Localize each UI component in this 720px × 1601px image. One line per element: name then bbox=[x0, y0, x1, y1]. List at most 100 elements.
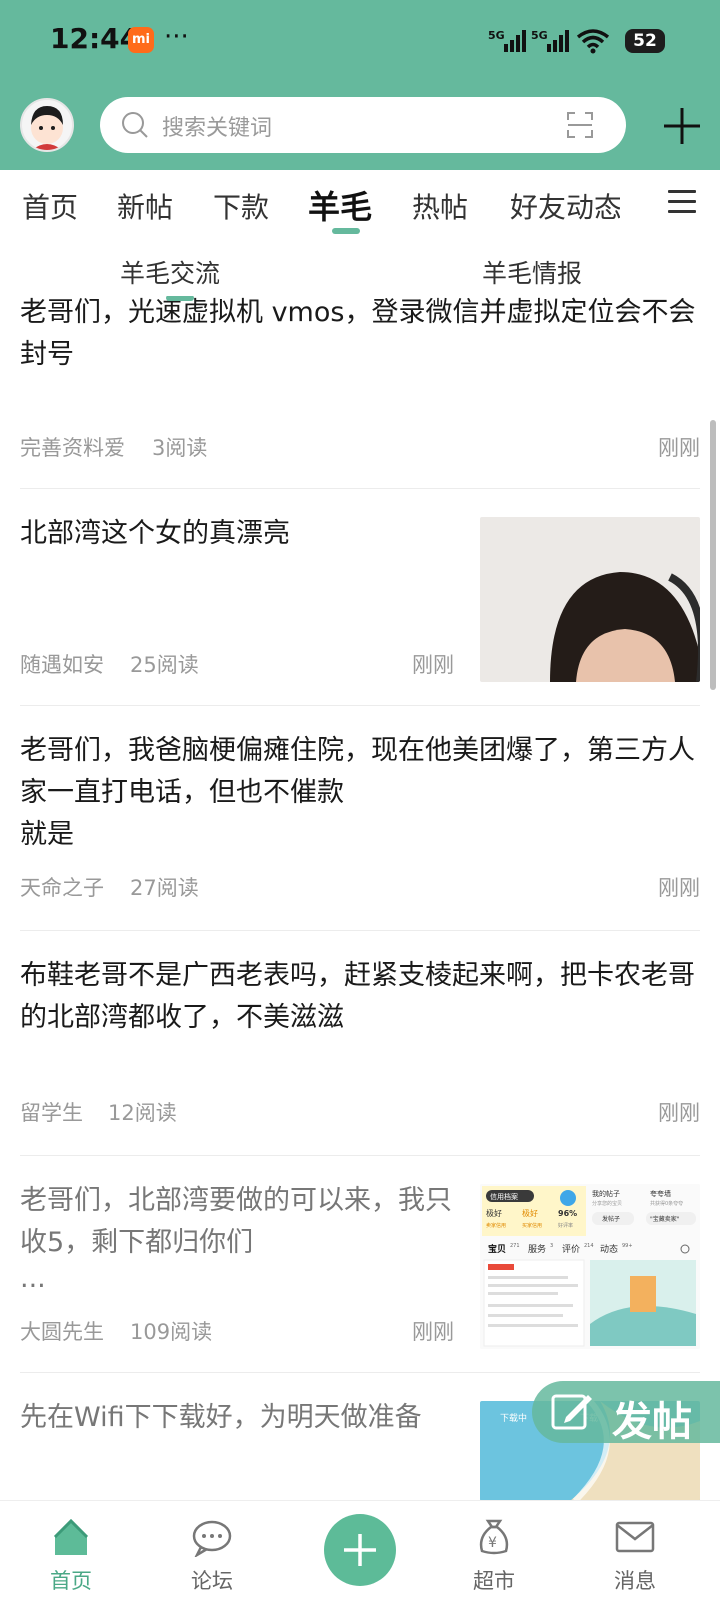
post-title: 布鞋老哥不是广西老表吗，赶紧支棱起来啊，把卡农老哥的北部湾都收了，不美滋滋 bbox=[20, 960, 695, 1033]
photo-image bbox=[480, 517, 700, 682]
tab-friends[interactable]: 好友动态 bbox=[510, 186, 620, 226]
scan-icon[interactable] bbox=[566, 111, 594, 139]
tab-loans[interactable]: 下款 bbox=[213, 186, 269, 226]
post-reads: 3阅读 bbox=[152, 436, 208, 460]
post-time: 刚刚 bbox=[412, 1320, 454, 1344]
create-post-button[interactable]: 发帖 bbox=[532, 1381, 720, 1445]
post-thumbnail: 信用档案 极好 极好 96% 卖家信用 买家信用 好评率 我的帖子 分享您的宝贝… bbox=[480, 1184, 700, 1349]
post-title-continued: 就是 bbox=[20, 819, 74, 850]
svg-text:214: 214 bbox=[584, 1243, 594, 1249]
svg-text:夸夸墙: 夸夸墙 bbox=[650, 1189, 671, 1198]
top-tabs: 首页 新帖 下款 羊毛 热帖 好友动态 bbox=[0, 170, 720, 240]
post-title: 北部湾这个女的真漂亮 bbox=[20, 518, 290, 549]
svg-text:卖家信用: 卖家信用 bbox=[486, 1222, 506, 1229]
tab-new[interactable]: 新帖 bbox=[117, 186, 173, 226]
post-title: 先在Wifi下下载好，为明天做准备 bbox=[20, 1402, 422, 1433]
avatar-icon bbox=[31, 106, 63, 150]
svg-text:买家信用: 买家信用 bbox=[522, 1222, 542, 1229]
search-icon bbox=[122, 112, 148, 138]
mail-icon bbox=[615, 1521, 655, 1553]
post-reads: 109阅读 bbox=[130, 1320, 213, 1344]
svg-text:3: 3 bbox=[550, 1243, 553, 1249]
post-title: 老哥们，我爸脑梗偏瘫住院，现在他美团爆了，第三方人家一直打电话，但也不催款 bbox=[20, 735, 695, 808]
svg-text:我的帖子: 我的帖子 bbox=[592, 1189, 620, 1198]
nav-home[interactable]: 首页 bbox=[21, 1501, 121, 1601]
post-author: 留学生 bbox=[20, 1101, 83, 1125]
nav-messages-label: 消息 bbox=[614, 1569, 656, 1593]
sub-tabs: 羊毛交流 羊毛情报 bbox=[0, 240, 720, 296]
subtab-indicator bbox=[166, 296, 194, 301]
tab-indicator bbox=[332, 228, 360, 234]
menu-icon[interactable] bbox=[668, 190, 696, 214]
nav-forum-label: 论坛 bbox=[191, 1569, 233, 1593]
post-title: 老哥们，北部湾要做的可以来，我只收5，剩下都归你们 bbox=[20, 1185, 452, 1258]
nav-messages[interactable]: 消息 bbox=[585, 1501, 685, 1601]
svg-text:宝贝: 宝贝 bbox=[488, 1243, 506, 1255]
svg-text:下载中: 下载中 bbox=[500, 1412, 527, 1424]
nav-home-label: 首页 bbox=[50, 1569, 92, 1593]
center-add-button[interactable] bbox=[324, 1514, 396, 1586]
post-feed: 老哥们，光速虚拟机 vmos，登录微信并虚拟定位会不会封号 完善资料爱 3阅读 … bbox=[0, 296, 720, 1500]
svg-text:5G: 5G bbox=[531, 29, 548, 42]
post-time: 刚刚 bbox=[412, 653, 454, 677]
post-reads: 12阅读 bbox=[108, 1101, 177, 1125]
scrollbar[interactable] bbox=[710, 420, 716, 690]
nav-market[interactable]: ¥ 超市 bbox=[444, 1501, 544, 1601]
svg-text:"宝藏卖家": "宝藏卖家" bbox=[650, 1215, 680, 1223]
svg-text:极好: 极好 bbox=[486, 1208, 502, 1218]
create-post-label: 发帖 bbox=[612, 1399, 692, 1445]
svg-text:¥: ¥ bbox=[488, 1535, 497, 1551]
status-bar: 12:44 mi ··· 5G 5G 52 bbox=[0, 0, 720, 84]
nav-forum[interactable]: 论坛 bbox=[162, 1501, 262, 1601]
tab-home[interactable]: 首页 bbox=[22, 186, 78, 226]
search-placeholder: 搜索关键词 bbox=[162, 116, 273, 141]
screenshot-image: 信用档案 极好 极好 96% 卖家信用 买家信用 好评率 我的帖子 分享您的宝贝… bbox=[480, 1184, 700, 1349]
post-time: 刚刚 bbox=[658, 876, 700, 900]
list-item[interactable]: 老哥们，光速虚拟机 vmos，登录微信并虚拟定位会不会封号 完善资料爱 3阅读 … bbox=[20, 296, 700, 489]
post-title: 老哥们，光速虚拟机 vmos，登录微信并虚拟定位会不会封号 bbox=[20, 297, 696, 370]
status-time: 12:44 bbox=[50, 22, 140, 55]
svg-text:发帖子: 发帖子 bbox=[602, 1215, 620, 1223]
nav-market-label: 超市 bbox=[473, 1569, 515, 1593]
svg-text:服务: 服务 bbox=[528, 1243, 546, 1255]
list-item[interactable]: 老哥们，北部湾要做的可以来，我只收5，剩下都归你们 ... 大圆先生 109阅读… bbox=[20, 1156, 700, 1373]
mi-notification-icon: mi bbox=[128, 27, 154, 53]
tab-hot[interactable]: 热帖 bbox=[412, 186, 468, 226]
tab-wool[interactable]: 羊毛 bbox=[308, 182, 372, 228]
svg-text:96%: 96% bbox=[558, 1209, 577, 1218]
avatar[interactable] bbox=[20, 98, 74, 152]
post-author: 大圆先生 bbox=[20, 1320, 104, 1344]
svg-text:99+: 99+ bbox=[622, 1243, 633, 1249]
post-time: 刚刚 bbox=[658, 436, 700, 460]
post-author: 完善资料爱 bbox=[20, 436, 125, 460]
battery-indicator: 52 bbox=[625, 29, 665, 53]
svg-text:信用档案: 信用档案 bbox=[490, 1192, 518, 1201]
svg-text:共获得0条夸夸: 共获得0条夸夸 bbox=[650, 1200, 683, 1207]
svg-text:评价: 评价 bbox=[562, 1244, 580, 1255]
svg-text:动态: 动态 bbox=[600, 1243, 618, 1255]
plus-icon bbox=[344, 1534, 376, 1566]
money-bag-icon: ¥ bbox=[479, 1519, 509, 1555]
list-item[interactable]: 老哥们，我爸脑梗偏瘫住院，现在他美团爆了，第三方人家一直打电话，但也不催款 就是… bbox=[20, 706, 700, 931]
search-bar[interactable]: 搜索关键词 bbox=[100, 97, 626, 153]
post-thumbnail bbox=[480, 517, 700, 682]
svg-text:271: 271 bbox=[510, 1243, 520, 1249]
subtab-exchange[interactable]: 羊毛交流 bbox=[120, 254, 220, 290]
svg-text:好评率: 好评率 bbox=[558, 1222, 573, 1229]
add-icon[interactable] bbox=[660, 104, 704, 148]
edit-icon bbox=[551, 1394, 592, 1430]
signal-icon: 5G bbox=[488, 29, 526, 52]
app-header: 12:44 mi ··· 5G 5G 52 搜索关键词 bbox=[0, 0, 720, 170]
list-item[interactable]: 北部湾这个女的真漂亮 随遇如安 25阅读 刚刚 bbox=[20, 489, 700, 706]
wifi-icon bbox=[576, 29, 610, 54]
more-notifications-icon: ··· bbox=[164, 22, 189, 52]
post-reads: 25阅读 bbox=[130, 653, 199, 677]
svg-text:5G: 5G bbox=[488, 29, 505, 42]
post-reads: 27阅读 bbox=[130, 876, 199, 900]
signal-icon-2: 5G bbox=[531, 29, 569, 52]
post-time: 刚刚 bbox=[658, 1101, 700, 1125]
post-author: 天命之子 bbox=[20, 876, 104, 900]
list-item[interactable]: 布鞋老哥不是广西老表吗，赶紧支棱起来啊，把卡农老哥的北部湾都收了，不美滋滋 留学… bbox=[20, 931, 700, 1156]
subtab-intel[interactable]: 羊毛情报 bbox=[482, 254, 582, 290]
svg-text:分享您的宝贝: 分享您的宝贝 bbox=[592, 1200, 622, 1207]
